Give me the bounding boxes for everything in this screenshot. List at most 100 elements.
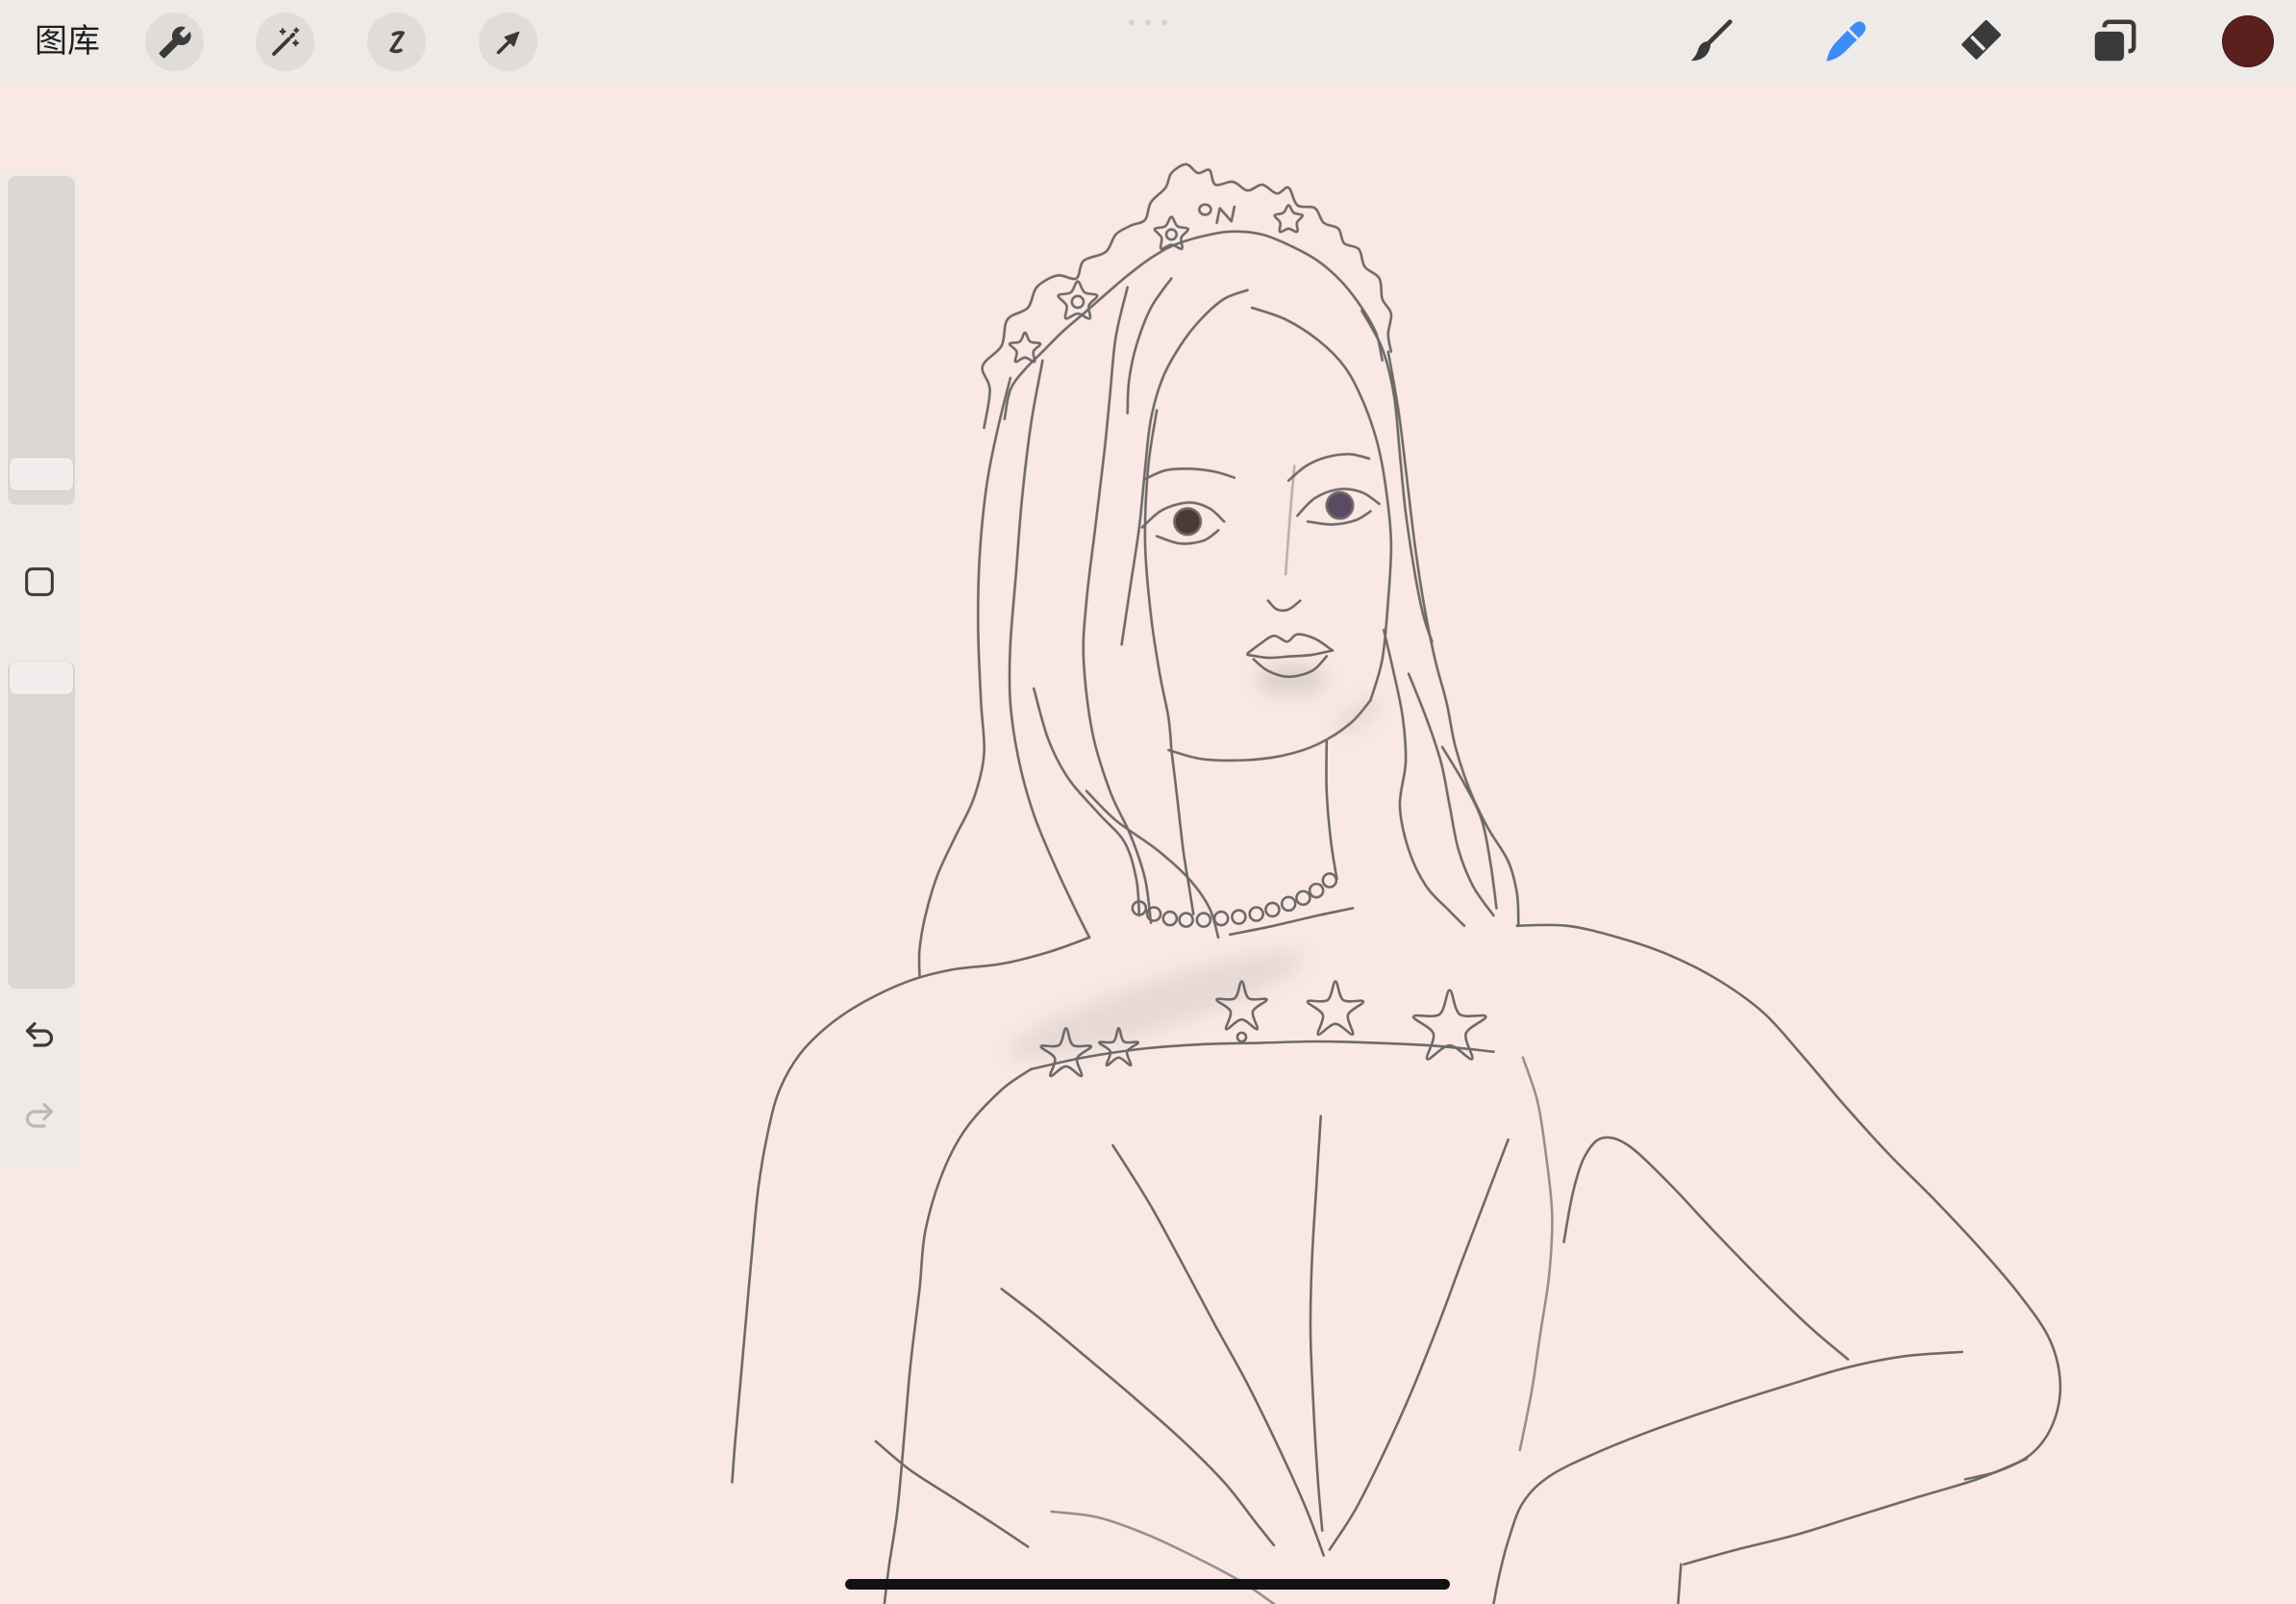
- redo-button[interactable]: [15, 1092, 63, 1140]
- dress-fold: [1328, 1138, 1510, 1551]
- crown-flower-center: [1070, 294, 1086, 310]
- selection-button[interactable]: [367, 13, 426, 71]
- toolbar-grabber[interactable]: [1129, 19, 1167, 25]
- face-left-contour: [1143, 409, 1173, 752]
- left-sidebar: [0, 171, 79, 1167]
- sketch-neck: [1131, 739, 1355, 937]
- top-toolbar: 图库: [0, 0, 2296, 84]
- hair-strand: [1008, 359, 1091, 940]
- transform-button[interactable]: [479, 13, 537, 71]
- magic-wand-icon: [271, 27, 299, 56]
- brush-icon: [1690, 19, 1733, 62]
- opacity-slider[interactable]: [8, 662, 75, 989]
- eraser-tool-button[interactable]: [1953, 14, 2007, 68]
- adjustments-button[interactable]: [256, 13, 314, 71]
- sketch-dress: [874, 980, 1554, 1604]
- sketch-body: [731, 923, 2062, 1604]
- eraser-icon: [1961, 19, 2002, 60]
- right-shoulder: [1515, 923, 2062, 1481]
- sketch-crown: [981, 163, 1393, 430]
- home-indicator[interactable]: [845, 1579, 1450, 1590]
- bodice-left-edge: [883, 1067, 1033, 1604]
- forearm-upper: [1492, 1350, 1964, 1604]
- necklace-bead: [1321, 872, 1338, 889]
- hair-strand: [1382, 628, 1466, 927]
- drawing-canvas[interactable]: [0, 0, 2296, 1604]
- neckline-flower: [1306, 980, 1365, 1036]
- forearm-edge: [1677, 1563, 1683, 1604]
- undo-button[interactable]: [15, 1012, 63, 1060]
- neck-left: [1170, 748, 1195, 915]
- hair-strand: [1126, 277, 1173, 414]
- right-eyebrow: [1286, 452, 1371, 483]
- necklace-bead: [1231, 909, 1247, 925]
- gallery-button[interactable]: 图库: [35, 19, 100, 63]
- crown-ornament: [1215, 205, 1236, 224]
- dress-fold: [1309, 1115, 1324, 1532]
- upper-lip: [1246, 633, 1335, 655]
- smudge-tool-button[interactable]: [1818, 14, 1872, 68]
- crown-flower-center: [1164, 228, 1178, 241]
- hair-strand: [1032, 687, 1141, 917]
- necklace-bead: [1280, 895, 1297, 913]
- necklace-bead: [1295, 890, 1311, 907]
- left-eyebrow: [1143, 467, 1236, 481]
- right-iris: [1325, 490, 1355, 520]
- modify-button[interactable]: [15, 558, 63, 606]
- undo-icon: [25, 1021, 54, 1047]
- left-shoulder: [731, 936, 1091, 1484]
- redo-icon: [25, 1102, 54, 1128]
- necklace-bead: [1161, 910, 1179, 927]
- grabber-dot: [1145, 19, 1151, 25]
- smudge-icon: [1826, 21, 1866, 62]
- wrench-icon: [159, 26, 191, 58]
- hair-strand: [1082, 286, 1153, 924]
- crown-outline: [981, 163, 1393, 430]
- necklace-bead: [1264, 901, 1281, 918]
- dress-fold: [1000, 1288, 1276, 1547]
- transform-arrow-icon: [496, 31, 519, 54]
- hair-strand: [1386, 350, 1520, 927]
- paint-tool-button[interactable]: [1684, 14, 1737, 68]
- sketch-artwork: [731, 163, 2062, 1604]
- necklace-bead: [1248, 906, 1264, 922]
- neckline-bead: [1235, 1031, 1248, 1043]
- nose-bridge: [1284, 464, 1296, 576]
- square-icon: [25, 567, 54, 596]
- hair-part: [1120, 288, 1249, 646]
- necklace-bead: [1178, 912, 1194, 928]
- crown-flower: [1273, 204, 1304, 234]
- actions-button[interactable]: [145, 13, 204, 71]
- crown-flower: [1057, 280, 1099, 320]
- sketch-lines: [731, 163, 2062, 1604]
- neck-right: [1325, 739, 1338, 881]
- crown-flower: [1153, 215, 1190, 251]
- grabber-dot: [1129, 19, 1135, 25]
- opacity-thumb[interactable]: [10, 662, 73, 694]
- hair-strand: [917, 376, 1012, 977]
- left-iris: [1173, 507, 1203, 537]
- smudge-marks: [1010, 664, 1382, 1058]
- nose: [1266, 599, 1302, 613]
- sketch-hair: [917, 277, 1520, 977]
- bodice-neckline: [1029, 1040, 1495, 1071]
- selection-icon: [388, 30, 405, 53]
- layers-button[interactable]: [2087, 14, 2141, 68]
- crown-band: [1003, 230, 1384, 421]
- color-swatch[interactable]: [2222, 15, 2274, 67]
- dress-fold: [1050, 1510, 1276, 1604]
- necklace-bead: [1308, 882, 1325, 899]
- layers-icon: [2094, 19, 2136, 62]
- forearm-lower: [1683, 1457, 2029, 1566]
- brush-size-thumb[interactable]: [10, 457, 73, 490]
- bodice-right-edge: [1518, 1056, 1554, 1452]
- crown-ornament: [1198, 203, 1212, 216]
- necklace-bead: [1195, 912, 1212, 928]
- sketch-face: [1140, 306, 1393, 763]
- arm-inner: [1562, 1136, 1850, 1361]
- necklace-bead: [1212, 910, 1230, 927]
- necklace-lower-line: [1228, 907, 1355, 937]
- mouth-line: [1246, 649, 1335, 660]
- grabber-dot: [1161, 19, 1167, 25]
- brush-size-slider[interactable]: [8, 176, 75, 505]
